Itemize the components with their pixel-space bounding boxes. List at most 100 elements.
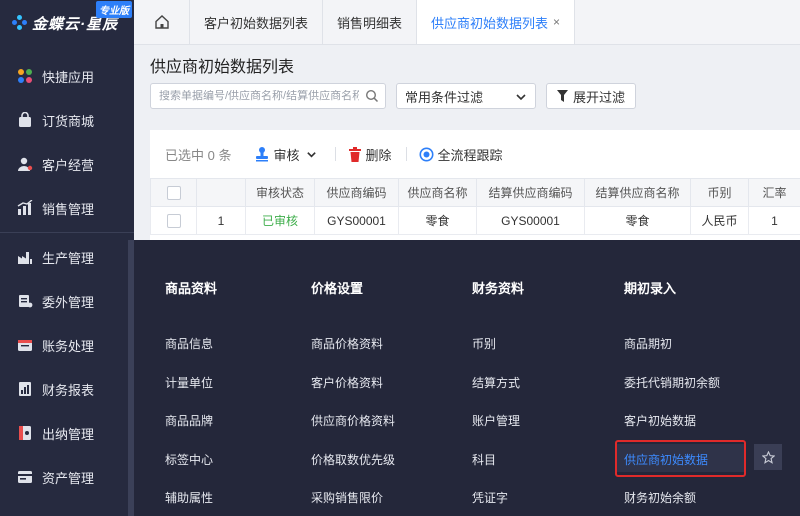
row-select-cell[interactable] xyxy=(150,206,197,235)
menu-item[interactable]: 币别 xyxy=(472,335,496,352)
menu-heading: 价格设置 xyxy=(311,281,364,296)
table-row[interactable]: 1 已审核 GYS00001 零食 GYS00001 零食 人民币 1 xyxy=(150,206,800,235)
selection-suffix: 条 xyxy=(218,147,232,163)
menu-item[interactable]: 凭证字 xyxy=(472,489,508,506)
tab-bar: 客户初始数据列表 销售明细表 供应商初始数据列表 × xyxy=(134,0,800,45)
expand-filter-button[interactable]: 展开过滤 xyxy=(546,83,636,109)
toolbar-divider xyxy=(334,147,336,161)
menu-item[interactable]: 科目 xyxy=(472,451,496,468)
accounting-icon xyxy=(16,336,34,354)
header-currency[interactable]: 币别 xyxy=(690,178,749,207)
sidebar-item-outsource[interactable]: 委外管理 xyxy=(0,279,134,323)
delete-button[interactable]: 删除 xyxy=(348,145,392,164)
sidebar-item-asset[interactable]: 资产管理 xyxy=(0,455,134,499)
tab-label: 销售明细表 xyxy=(337,15,403,31)
menu-item[interactable]: 财务初始余额 xyxy=(624,489,696,506)
close-icon[interactable]: × xyxy=(553,15,560,29)
brand-logo-icon xyxy=(12,15,28,31)
sidebar-item-label: 销售管理 xyxy=(42,201,95,217)
menu-heading: 财务资料 xyxy=(472,281,525,296)
sidebar-item-cashier[interactable]: 出纳管理 xyxy=(0,411,134,455)
menu-item[interactable]: 客户价格资料 xyxy=(311,374,383,391)
selection-prefix: 已选中 xyxy=(165,147,205,163)
trace-button[interactable]: 全流程跟踪 xyxy=(419,145,503,164)
cashier-icon xyxy=(16,424,34,442)
header-supplier-code[interactable]: 供应商编码 xyxy=(314,178,399,207)
menu-item[interactable]: 采购销售限价 xyxy=(311,489,383,506)
audit-label: 审核 xyxy=(273,147,300,163)
header-exchange-rate[interactable]: 汇率 xyxy=(748,178,800,207)
factory-icon xyxy=(16,248,34,266)
chevron-down-icon[interactable] xyxy=(306,149,317,160)
menu-item[interactable]: 委托代销期初余额 xyxy=(624,374,720,391)
sidebar-item-sales[interactable]: 销售管理 xyxy=(0,186,134,230)
tab-customer-initial-data[interactable]: 客户初始数据列表 xyxy=(190,0,324,44)
list-toolbar: 已选中 0 条 审核 删除 全流程跟踪 xyxy=(150,130,800,178)
menu-item[interactable]: 商品信息 xyxy=(165,335,213,352)
supplier-name-cell: 零食 xyxy=(398,206,477,235)
sidebar-item-accounting[interactable]: 账务处理 xyxy=(0,323,134,367)
tab-sales-detail[interactable]: 销售明细表 xyxy=(323,0,418,44)
settle-supplier-code-cell: GYS00001 xyxy=(476,206,585,235)
menu-item[interactable]: 客户初始数据 xyxy=(624,412,696,429)
menu-item[interactable]: 结算方式 xyxy=(472,374,520,391)
filter-select[interactable]: 常用条件过滤 xyxy=(396,83,536,109)
audit-status-cell: 已审核 xyxy=(245,206,315,235)
audit-button[interactable]: 审核 xyxy=(254,145,321,164)
sidebar-divider xyxy=(0,232,134,233)
favorite-button[interactable] xyxy=(754,444,782,470)
menu-item[interactable]: 商品价格资料 xyxy=(311,335,383,352)
delete-label: 删除 xyxy=(365,147,392,163)
sidebar-item-label: 资产管理 xyxy=(42,470,95,486)
sidebar-item-customer[interactable]: 客户经营 xyxy=(0,142,134,186)
header-index xyxy=(196,178,246,207)
menu-item[interactable]: 商品期初 xyxy=(624,335,672,352)
tab-label: 供应商初始数据列表 xyxy=(431,15,549,31)
menu-item[interactable]: 账户管理 xyxy=(472,412,520,429)
tab-supplier-initial-data[interactable]: 供应商初始数据列表 × xyxy=(417,0,576,44)
shopping-bag-icon xyxy=(16,111,34,129)
header-settle-supplier-code[interactable]: 结算供应商编码 xyxy=(476,178,585,207)
menu-item[interactable]: 价格取数优先级 xyxy=(311,451,395,468)
sidebar-item-quick-apps[interactable]: 快捷应用 xyxy=(0,54,134,98)
row-checkbox[interactable] xyxy=(166,213,181,228)
search-input[interactable] xyxy=(159,90,359,102)
sidebar-item-label: 生产管理 xyxy=(42,250,95,266)
header-settle-supplier-name[interactable]: 结算供应商名称 xyxy=(584,178,691,207)
outsource-icon xyxy=(16,292,34,310)
menu-item[interactable]: 供应商价格资料 xyxy=(311,412,395,429)
brand-logo[interactable]: 金蝶云·星辰 专业版 xyxy=(0,0,134,46)
sidebar-item-production[interactable]: 生产管理 xyxy=(0,235,134,279)
sidebar-item-label: 出纳管理 xyxy=(42,426,95,442)
sidebar-item-label: 财务报表 xyxy=(42,382,95,398)
report-icon xyxy=(16,380,34,398)
search-icon[interactable] xyxy=(365,89,379,103)
supplier-table: 审核状态 供应商编码 供应商名称 结算供应商编码 结算供应商名称 币别 汇率 1… xyxy=(150,178,800,235)
filter-select-value: 常用条件过滤 xyxy=(405,89,484,105)
customer-icon xyxy=(16,155,34,173)
menu-item[interactable]: 商品品牌 xyxy=(165,412,213,429)
sidebar-item-order-mall[interactable]: 订货商城 xyxy=(0,98,134,142)
menu-item[interactable]: 辅助属性 xyxy=(165,489,213,506)
exchange-rate-cell: 1 xyxy=(748,206,800,235)
sidebar-item-label: 订货商城 xyxy=(42,113,95,129)
highlight-box xyxy=(615,440,746,477)
trace-label: 全流程跟踪 xyxy=(437,147,503,163)
header-audit-status[interactable]: 审核状态 xyxy=(245,178,315,207)
home-tab[interactable] xyxy=(134,0,190,44)
settle-supplier-name-cell: 零食 xyxy=(584,206,691,235)
sidebar-item-financial-report[interactable]: 财务报表 xyxy=(0,367,134,411)
header-select-all[interactable] xyxy=(150,178,197,207)
sidebar: 金蝶云·星辰 专业版 快捷应用 订货商城 客户经营 销售管理 生产管理 委外管理… xyxy=(0,0,134,516)
asset-icon xyxy=(16,468,34,486)
select-all-checkbox[interactable] xyxy=(166,185,181,200)
expand-filter-label: 展开过滤 xyxy=(572,89,625,105)
menu-item[interactable]: 计量单位 xyxy=(165,374,213,391)
edition-badge: 专业版 xyxy=(96,1,132,18)
header-supplier-name[interactable]: 供应商名称 xyxy=(398,178,477,207)
supplier-code-cell: GYS00001 xyxy=(314,206,399,235)
page-title: 供应商初始数据列表 xyxy=(150,59,295,76)
menu-item[interactable]: 标签中心 xyxy=(165,451,213,468)
grid-apps-icon xyxy=(16,67,34,85)
toolbar-divider xyxy=(405,147,407,161)
